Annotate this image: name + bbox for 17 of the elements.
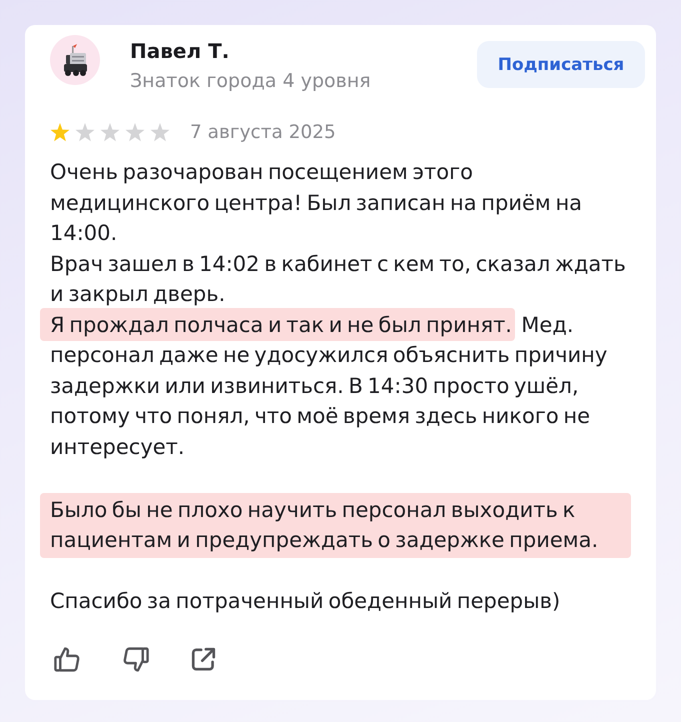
review-text: Спасибо за потраченный обеденный перерыв) xyxy=(50,588,562,615)
star-icon xyxy=(100,122,120,142)
review-text: Я прождал полчаса и так и не был принят. Мед. персонал даже не удосужился объяснить причину задержки или извиниться. В 14:30 просто ушёл, потому что понял, что моё время здесь никого не интересует. xyxy=(40,306,631,465)
robot-avatar-icon xyxy=(50,35,100,85)
thumbs-down-icon[interactable] xyxy=(121,644,150,674)
author-name: Павел Т. xyxy=(130,38,230,64)
thumbs-up-icon[interactable] xyxy=(53,644,82,674)
star-icon xyxy=(75,122,95,142)
star-icon xyxy=(150,122,170,142)
review-text: Врач зашел в 14:02 в кабинет с кем то, сказал ждать и закрыл дверь. xyxy=(50,250,627,308)
subscribe-button[interactable]: Подписаться xyxy=(477,41,645,88)
review-text: Очень разочарован посещением этого медицинского центра! Был записан на приём на 14:00. xyxy=(50,159,584,247)
review-date: 7 августа 2025 xyxy=(190,122,336,142)
star-icon xyxy=(50,122,70,142)
star-icon xyxy=(125,122,145,142)
author-level: Знаток города 4 уровня xyxy=(130,69,371,93)
highlighted-text: Было бы не плохо научить персонал выходить к пациентам и предупреждать о задержке приема. xyxy=(40,492,631,558)
